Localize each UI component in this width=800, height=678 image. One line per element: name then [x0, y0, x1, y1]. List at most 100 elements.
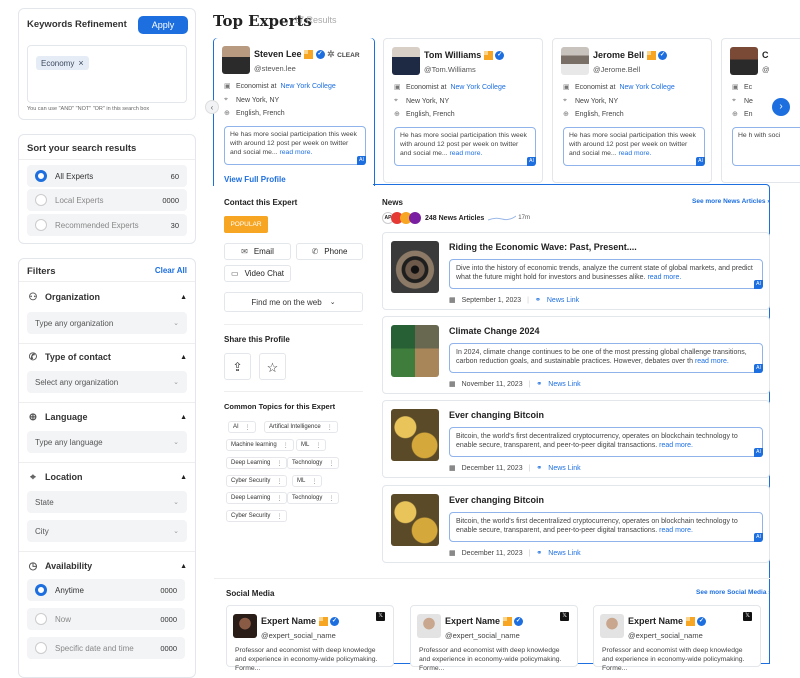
- topic-tag[interactable]: Technology ⋮: [287, 457, 340, 469]
- phone-button[interactable]: ✆ Phone: [296, 243, 363, 260]
- filter-availability-header[interactable]: ◷ Availability ▲: [27, 560, 187, 572]
- sort-option-label: Recommended Experts: [55, 220, 139, 230]
- availability-anytime[interactable]: Anytime 0000: [27, 579, 185, 601]
- read-more-link[interactable]: read more.: [659, 527, 693, 534]
- share-button[interactable]: ⇪: [224, 353, 251, 380]
- topic-tag[interactable]: Artifical Intelligence ⋮: [264, 421, 338, 433]
- filter-location-header[interactable]: ⌖ Location ▲: [27, 471, 187, 483]
- news-card[interactable]: Climate Change 2024 In 2024, climate cha…: [382, 316, 770, 394]
- topic-tag[interactable]: Cyber Security ⋮: [226, 475, 288, 487]
- social-card[interactable]: Expert Name ✓ @expert_social_name 𝕏 Prof…: [410, 605, 578, 672]
- topic-tag[interactable]: Deep Learning ⋮: [226, 457, 288, 469]
- read-more-link[interactable]: read more.: [280, 149, 313, 156]
- expert-handle: @: [762, 65, 770, 74]
- news-link[interactable]: News Link: [548, 381, 580, 388]
- x-logo-icon[interactable]: 𝕏: [376, 612, 385, 621]
- city-select[interactable]: City ⌄: [27, 520, 187, 542]
- org-link[interactable]: New York College: [619, 84, 674, 91]
- org-link[interactable]: New York College: [280, 83, 335, 90]
- avatar: [600, 614, 624, 638]
- news-card[interactable]: Riding the Economic Wave: Past, Present.…: [382, 232, 770, 310]
- topic-tag[interactable]: AI ⋮: [228, 421, 256, 433]
- state-select[interactable]: State ⌄: [27, 491, 187, 513]
- org-link[interactable]: New York College: [450, 84, 505, 91]
- news-card[interactable]: Ever changing Bitcoin Bitcoin, the world…: [382, 485, 770, 563]
- news-title[interactable]: Ever changing Bitcoin: [449, 495, 544, 505]
- expert-location: ⌖ Ne: [732, 97, 753, 105]
- social-name: Expert Name ✓: [261, 616, 340, 627]
- news-card[interactable]: Ever changing Bitcoin Bitcoin, the world…: [382, 400, 770, 478]
- link-icon: ⚭: [536, 550, 543, 557]
- news-link[interactable]: News Link: [548, 465, 580, 472]
- topic-tag[interactable]: ML ⋮: [292, 475, 323, 487]
- news-link[interactable]: News Link: [547, 297, 579, 304]
- social-bio: Professor and economist with deep knowle…: [602, 647, 745, 673]
- topic-tag[interactable]: Machine learning ⋮: [226, 439, 294, 451]
- language-input[interactable]: Type any language ⌄: [27, 431, 187, 453]
- contact-title: Contact this Expert: [224, 198, 298, 207]
- read-more-link[interactable]: read more.: [647, 274, 681, 281]
- ai-badge: AI: [754, 533, 763, 542]
- topic-tag[interactable]: Deep Learning ⋮: [226, 492, 288, 504]
- expert-card[interactable]: Steven Lee ✓ ✲ CLEAR @steven.lee ▣ Econom…: [214, 38, 374, 183]
- expert-bio: He has more social participation this we…: [394, 127, 536, 166]
- read-more-link[interactable]: read more.: [695, 358, 729, 365]
- source-logo-icon: [409, 212, 421, 224]
- sort-title: Sort your search results: [27, 143, 137, 154]
- find-me-web-dropdown[interactable]: Find me on the web ⌄: [224, 292, 363, 312]
- radio-icon: [35, 642, 47, 654]
- contact-select[interactable]: Select any organization ⌄: [27, 371, 187, 393]
- social-card[interactable]: Expert Name ✓ @expert_social_name 𝕏 Prof…: [593, 605, 761, 672]
- sort-option-count: 0000: [162, 195, 179, 205]
- news-title[interactable]: Ever changing Bitcoin: [449, 410, 544, 420]
- clear-all-link[interactable]: Clear All: [155, 266, 187, 275]
- availability-specific[interactable]: Specific date and time 0000: [27, 637, 185, 659]
- expert-card[interactable]: Tom Williams ✓ @Tom.Williams ▣ Economist …: [383, 38, 543, 183]
- video-chat-button[interactable]: ▭ Video Chat: [224, 265, 291, 282]
- read-more-link[interactable]: read more.: [450, 150, 483, 157]
- sort-option-all[interactable]: All Experts 60: [27, 165, 187, 187]
- expert-location: ⌖ New York, NY: [563, 97, 619, 105]
- filter-organization-header[interactable]: ⚇ Organization ▲: [27, 291, 187, 303]
- email-button[interactable]: ✉ Email: [224, 243, 291, 260]
- carousel-next-button[interactable]: ›: [772, 98, 790, 116]
- x-logo-icon[interactable]: 𝕏: [560, 612, 569, 621]
- sort-option-local[interactable]: Local Experts 0000: [27, 189, 187, 211]
- org-logo-icon: [502, 617, 512, 627]
- expert-card[interactable]: Jerome Bell ✓ @Jerome.Bell ▣ Economist at…: [552, 38, 712, 183]
- filter-contact-header[interactable]: ✆ Type of contact ▲: [27, 351, 187, 363]
- social-name: Expert Name ✓: [445, 616, 524, 627]
- share-icon: ⇪: [232, 360, 243, 374]
- remove-chip-icon[interactable]: ×: [78, 58, 83, 68]
- phone-icon: ✆: [311, 247, 319, 256]
- expert-languages: ⊕ English, French: [224, 109, 285, 118]
- see-more-social-link[interactable]: See more Social Media ›: [696, 589, 770, 596]
- topic-tag[interactable]: Technology ⋮: [287, 492, 340, 504]
- view-full-profile-link[interactable]: View Full Profile: [224, 175, 286, 184]
- expert-name: Steven Lee ✓ ✲ CLEAR: [254, 49, 360, 60]
- availability-now[interactable]: Now 0000: [27, 608, 185, 630]
- filter-language-header[interactable]: ⊕ Language ▲: [27, 411, 187, 423]
- carousel-prev-button[interactable]: ‹: [205, 100, 219, 114]
- keywords-input[interactable]: Economy ×: [27, 45, 187, 103]
- read-more-link[interactable]: read more.: [659, 442, 693, 449]
- read-more-link[interactable]: read more.: [619, 150, 652, 157]
- topic-tag[interactable]: ML ⋮: [296, 439, 327, 451]
- x-logo-icon[interactable]: 𝕏: [743, 612, 752, 621]
- sort-option-recommended[interactable]: Recommended Experts 30: [27, 214, 187, 236]
- news-link[interactable]: News Link: [548, 550, 580, 557]
- news-sources: AP 248 News Articles 17m: [382, 212, 530, 224]
- avatar: [417, 614, 441, 638]
- ai-badge: AI: [357, 156, 366, 165]
- social-handle: @expert_social_name: [445, 631, 520, 640]
- see-more-news-link[interactable]: See more News Articles ›: [692, 198, 769, 205]
- topic-tag[interactable]: Cyber Security ⋮: [226, 510, 288, 522]
- organization-input[interactable]: Type any organization ⌄: [27, 312, 187, 334]
- news-title[interactable]: Riding the Economic Wave: Past, Present.…: [449, 242, 637, 252]
- social-bio: Professor and economist with deep knowle…: [419, 647, 562, 673]
- location-pin-icon: ⌖: [30, 471, 36, 483]
- favorite-button[interactable]: ☆: [259, 353, 286, 380]
- news-title[interactable]: Climate Change 2024: [449, 326, 540, 336]
- apply-button[interactable]: Apply: [138, 16, 188, 34]
- social-card[interactable]: Expert Name ✓ @expert_social_name 𝕏 Prof…: [226, 605, 394, 672]
